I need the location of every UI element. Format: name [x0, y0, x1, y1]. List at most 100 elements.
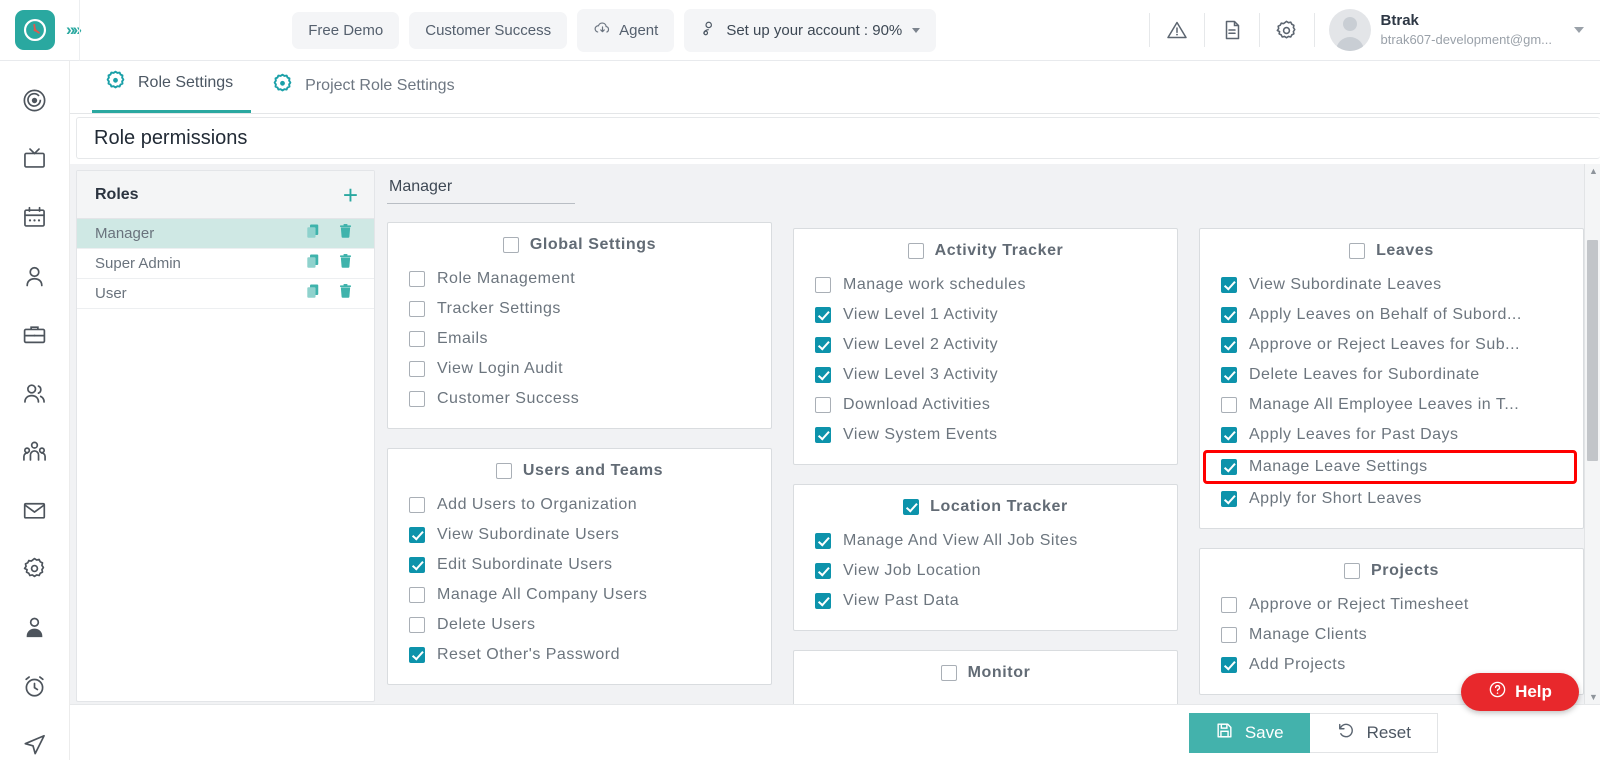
mail-icon[interactable]: [18, 495, 52, 526]
permission-row[interactable]: View Level 1 Activity: [794, 300, 1177, 330]
permission-row[interactable]: Manage Clients: [1200, 620, 1583, 650]
trash-icon[interactable]: [337, 252, 354, 275]
permission-checkbox[interactable]: [409, 301, 425, 317]
permission-checkbox[interactable]: [1221, 459, 1237, 475]
agent-button[interactable]: Agent: [577, 8, 675, 52]
reset-button[interactable]: Reset: [1309, 712, 1438, 753]
chevrons-right-icon[interactable]: »»: [66, 20, 82, 40]
two-people-icon[interactable]: [18, 378, 52, 409]
permission-checkbox[interactable]: [409, 361, 425, 377]
permission-checkbox[interactable]: [815, 593, 831, 609]
permission-checkbox[interactable]: [409, 617, 425, 633]
profile-menu[interactable]: Btrak btrak607-development@gm...: [1315, 9, 1600, 51]
permission-row[interactable]: View Level 2 Activity: [794, 330, 1177, 360]
permission-checkbox[interactable]: [815, 397, 831, 413]
permission-checkbox[interactable]: [409, 527, 425, 543]
permission-checkbox[interactable]: [409, 271, 425, 287]
permission-row[interactable]: Apply for Short Leaves: [1200, 484, 1583, 514]
role-name-input[interactable]: [387, 178, 575, 204]
card-select-all-checkbox[interactable]: [495, 463, 512, 479]
save-button[interactable]: Save: [1188, 712, 1310, 753]
card-select-all-checkbox[interactable]: [1344, 563, 1361, 579]
group-people-icon[interactable]: [18, 436, 52, 467]
permission-row[interactable]: Delete Users: [388, 610, 771, 640]
free-demo-button[interactable]: Free Demo: [292, 11, 400, 49]
tab-role-settings[interactable]: Role Settings: [92, 69, 252, 113]
permission-row[interactable]: Manage And View All Job Sites: [794, 526, 1177, 556]
permission-checkbox[interactable]: [1221, 657, 1237, 673]
permission-checkbox[interactable]: [409, 391, 425, 407]
scroll-down-arrow[interactable]: ▼: [1589, 692, 1598, 702]
alarm-clock-icon[interactable]: [18, 671, 52, 702]
permission-checkbox[interactable]: [1221, 491, 1237, 507]
permission-checkbox[interactable]: [1221, 337, 1237, 353]
card-select-all-checkbox[interactable]: [907, 243, 924, 259]
permission-row[interactable]: Tracker Settings: [388, 294, 771, 324]
permission-row[interactable]: Edit Subordinate Users: [388, 550, 771, 580]
scroll-up-arrow[interactable]: ▲: [1589, 166, 1598, 176]
permission-checkbox[interactable]: [815, 533, 831, 549]
copy-icon[interactable]: [304, 282, 322, 305]
trash-icon[interactable]: [337, 222, 354, 245]
permission-row[interactable]: View Subordinate Users: [388, 520, 771, 550]
permission-row[interactable]: View Login Audit: [388, 354, 771, 384]
calendar-icon[interactable]: [18, 202, 52, 233]
permission-row[interactable]: View Subordinate Leaves: [1200, 270, 1583, 300]
permission-row[interactable]: Download Activities: [794, 390, 1177, 420]
card-select-all-checkbox[interactable]: [1349, 243, 1366, 259]
permission-checkbox[interactable]: [1221, 307, 1237, 323]
role-row-manager[interactable]: Manager: [77, 219, 374, 249]
permission-checkbox[interactable]: [1221, 277, 1237, 293]
permission-checkbox[interactable]: [409, 647, 425, 663]
copy-icon[interactable]: [304, 252, 322, 275]
permission-row[interactable]: Approve or Reject Timesheet: [1200, 590, 1583, 620]
permission-row[interactable]: Manage All Company Users: [388, 580, 771, 610]
permission-row[interactable]: View Level 3 Activity: [794, 360, 1177, 390]
warning-triangle-icon[interactable]: [1150, 0, 1204, 61]
permission-checkbox[interactable]: [409, 557, 425, 573]
permission-row[interactable]: Manage work schedules: [794, 270, 1177, 300]
clock-logo-icon[interactable]: [15, 10, 55, 50]
gear-icon[interactable]: [1260, 0, 1314, 61]
permission-checkbox[interactable]: [815, 337, 831, 353]
trash-icon[interactable]: [337, 282, 354, 305]
gear-icon[interactable]: [18, 554, 52, 585]
permission-row[interactable]: Approve or Reject Leaves for Sub...: [1200, 330, 1583, 360]
customer-success-button[interactable]: Customer Success: [409, 11, 568, 49]
permission-checkbox[interactable]: [815, 307, 831, 323]
permission-row[interactable]: Manage All Employee Leaves in T...: [1200, 390, 1583, 420]
permission-checkbox[interactable]: [1221, 627, 1237, 643]
role-row-user[interactable]: User: [77, 279, 374, 309]
user-badge-icon[interactable]: [18, 612, 52, 643]
add-role-button[interactable]: +: [343, 182, 358, 208]
permission-row[interactable]: View System Events: [794, 420, 1177, 450]
permission-row[interactable]: View Job Location: [794, 556, 1177, 586]
permission-checkbox[interactable]: [815, 563, 831, 579]
permission-checkbox[interactable]: [815, 427, 831, 443]
card-select-all-checkbox[interactable]: [940, 665, 957, 681]
permission-checkbox[interactable]: [409, 497, 425, 513]
permission-row[interactable]: Add Users to Organization: [388, 490, 771, 520]
permission-row[interactable]: Reset Other's Password: [388, 640, 771, 670]
permission-checkbox[interactable]: [409, 331, 425, 347]
setup-account-button[interactable]: Set up your account : 90%: [684, 8, 937, 52]
permission-checkbox[interactable]: [1221, 597, 1237, 613]
tv-monitor-icon[interactable]: [18, 144, 52, 175]
permission-row[interactable]: Emails: [388, 324, 771, 354]
permission-checkbox[interactable]: [409, 587, 425, 603]
send-navigation-icon[interactable]: [18, 729, 52, 760]
permission-row[interactable]: Role Management: [388, 264, 771, 294]
copy-icon[interactable]: [304, 222, 322, 245]
permission-row[interactable]: Customer Success: [388, 384, 771, 414]
role-row-super-admin[interactable]: Super Admin: [77, 249, 374, 279]
permission-row[interactable]: Delete Leaves for Subordinate: [1200, 360, 1583, 390]
scrollbar-thumb[interactable]: [1587, 240, 1598, 461]
permission-checkbox[interactable]: [815, 277, 831, 293]
vertical-scrollbar[interactable]: ▲ ▼: [1584, 164, 1600, 704]
briefcase-icon[interactable]: [18, 319, 52, 350]
document-icon[interactable]: [1205, 0, 1259, 61]
permission-checkbox[interactable]: [1221, 367, 1237, 383]
card-select-all-checkbox[interactable]: [903, 499, 920, 515]
permission-checkbox[interactable]: [1221, 427, 1237, 443]
permission-row[interactable]: Apply Leaves for Past Days: [1200, 420, 1583, 450]
